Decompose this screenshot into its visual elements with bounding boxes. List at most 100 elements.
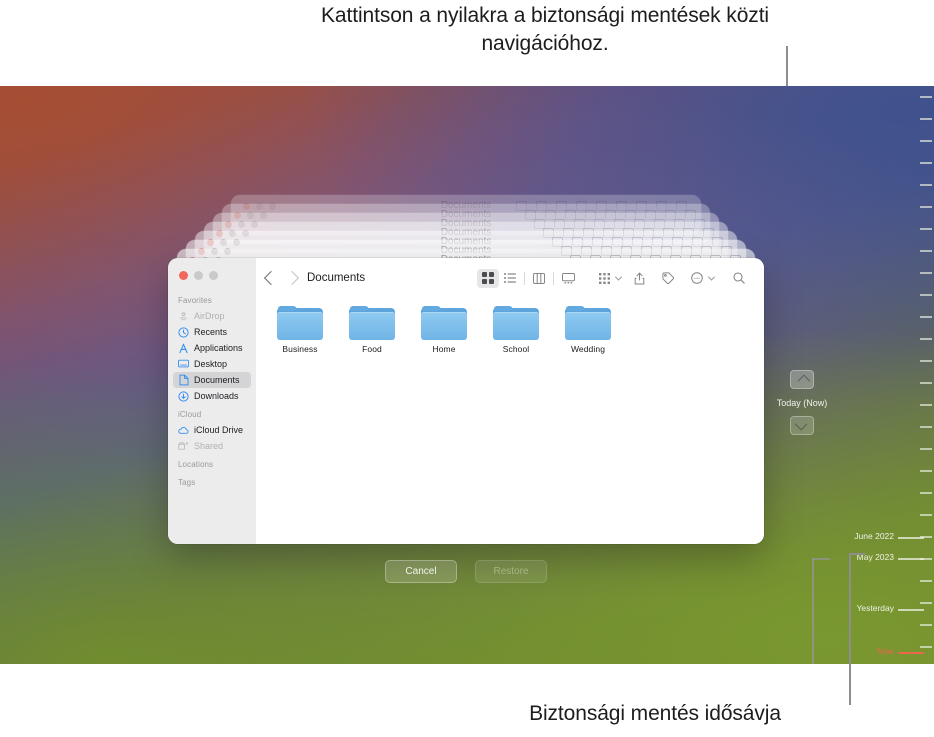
timeline-label[interactable]: Now [860,646,894,656]
timeline-label-leader [898,652,924,654]
bottom-callout-leader-bracket [849,553,865,555]
window-traffic-lights [168,264,256,290]
timeline-tick [920,140,932,142]
timeline-tick [920,404,932,406]
up-chevron-icon [797,374,810,388]
finder-sidebar: Favorites AirDrop Recents Applications Deskt… [168,258,256,544]
toolbar-buttons [477,268,750,288]
timeline-tick [920,96,932,98]
timeline-label-leader [898,558,924,560]
sidebar-item-airdrop[interactable]: AirDrop [173,308,251,324]
sidebar-item-icloud-drive[interactable]: iCloud Drive [173,422,251,438]
forward-chevron-icon[interactable] [284,270,300,286]
sidebar-item-label: iCloud Drive [194,425,244,435]
share-icon[interactable] [628,269,650,288]
sidebar-item-label: Downloads [194,391,239,401]
timeline-tick [920,228,932,230]
window-title: Documents [307,272,366,284]
file-name-label: Food [362,344,382,354]
restore-action-bar: Cancel Restore [168,560,764,583]
timeline-selection-bracket-arm [812,558,830,560]
file-grid: Business Food Home School Wedding [256,298,764,354]
file-name-label: School [502,344,530,354]
folder-icon [565,306,611,340]
timeline-tick [920,426,932,428]
timeline-tick [920,382,932,384]
file-item[interactable]: Home [418,306,470,354]
downloads-icon [178,390,189,402]
more-actions-icon[interactable] [686,269,708,288]
file-item[interactable]: School [490,306,542,354]
cloud-icon [178,425,189,436]
timeline-tick [920,294,932,296]
timeline-tick [920,118,932,120]
close-button[interactable] [179,271,188,280]
up-chevron-button[interactable] [790,370,814,389]
timeline-label[interactable]: June 2022 [822,531,894,541]
navigation-arrows [263,270,300,286]
timeline-navigation: Today (Now) [772,370,832,435]
timeline-tick [920,250,932,252]
file-item[interactable]: Food [346,306,398,354]
group-by-chevron-down-icon[interactable] [614,273,623,281]
current-backup-label: Today (Now) [776,398,828,408]
column-view-icon[interactable] [528,269,550,288]
group-by-icon[interactable] [593,269,615,288]
sidebar-section-header: iCloud [178,410,202,419]
finder-content: Documents Business Food Home School Wedd… [256,258,764,544]
folder-icon [493,306,539,340]
timeline-tick [920,448,932,450]
cancel-button[interactable]: Cancel [385,560,457,583]
sidebar-item-label: Documents [194,375,240,385]
clock-icon [178,326,189,338]
timeline-selection-bracket [812,558,814,664]
timeline-label-leader [898,609,924,611]
back-chevron-icon[interactable] [263,270,279,286]
toolbar-divider-2 [553,271,554,285]
toolbar-divider-1 [524,271,525,285]
gallery-view-icon[interactable] [557,269,579,288]
timeline-tick [920,492,932,494]
more-actions-chevron-down-icon[interactable] [707,273,716,281]
sidebar-section-header: Favorites [178,296,212,305]
sidebar-item-documents[interactable]: Documents [173,372,251,388]
icon-view-icon[interactable] [477,268,499,288]
folder-icon [421,306,467,340]
sidebar-item-label: Applications [194,343,243,353]
sidebar-item-label: AirDrop [194,311,225,321]
bottom-callout-leader-line [849,553,851,705]
restore-button[interactable]: Restore [475,560,547,583]
list-view-icon[interactable] [499,269,521,288]
sidebar-item-label: Desktop [194,359,228,369]
file-item[interactable]: Wedding [562,306,614,354]
applications-icon [178,343,189,354]
finder-toolbar: Documents [256,258,764,298]
down-chevron-button[interactable] [790,416,814,435]
timeline-tick [920,162,932,164]
airdrop-icon [178,311,189,322]
timeline-tick [920,580,932,582]
file-item[interactable]: Business [274,306,326,354]
search-icon[interactable] [728,269,750,288]
sidebar-item-recents[interactable]: Recents [173,324,251,340]
document-icon [178,374,189,386]
timeline-tick [920,206,932,208]
tag-icon[interactable] [657,269,679,288]
shared-icon [178,441,189,452]
timeline-label[interactable]: Yesterday [822,603,895,613]
timeline-tick [920,316,932,318]
maximize-button[interactable] [209,271,218,280]
timeline-tick [920,514,932,516]
down-chevron-icon [794,417,807,431]
file-name-label: Wedding [570,344,606,354]
timeline-tick [920,624,932,626]
backup-timeline[interactable]: June 2022 May 2023 Yesterday Now [812,86,934,664]
desktop-icon [178,359,189,370]
sidebar-item-shared[interactable]: Shared [173,438,251,454]
sidebar-item-desktop[interactable]: Desktop [173,356,251,372]
timeline-tick [920,184,932,186]
sidebar-section-header: Tags [178,478,196,487]
minimize-button[interactable] [194,271,203,280]
sidebar-item-applications[interactable]: Applications [173,340,251,356]
sidebar-item-downloads[interactable]: Downloads [173,388,251,404]
